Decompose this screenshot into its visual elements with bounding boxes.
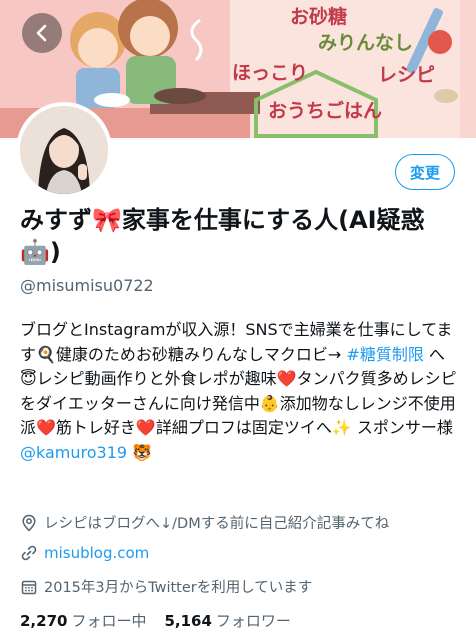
- location-row: レシピはブログへ↓/DMする前に自己紹介記事みてね: [20, 512, 389, 533]
- calendar-icon: [21, 580, 37, 594]
- mention-link[interactable]: @kamuro319: [20, 443, 127, 462]
- profile-bio: ブログとInstagramが収入源！SNSで主婦業を仕事にしてます🍳健康のためお…: [20, 318, 460, 465]
- link-icon: [21, 545, 37, 561]
- follow-stats: 2,270 フォロー中 5,164 フォロワー: [20, 610, 309, 631]
- location-text: レシピはブログへ↓/DMする前に自己紹介記事みてね: [44, 516, 390, 532]
- display-name: みすず🎀家事を仕事にする人(AI疑惑🤖): [20, 206, 425, 266]
- banner-text-home-cooking: おうちごはん: [268, 100, 383, 122]
- location-pin-icon: [22, 514, 36, 532]
- website-link[interactable]: misublog.com: [44, 544, 149, 562]
- followers-count[interactable]: 5,164: [164, 612, 211, 630]
- hashtag-link[interactable]: #糖質制限: [346, 345, 423, 364]
- username-handle: @misumisu0722: [20, 276, 154, 295]
- joined-date: 2015年3月からTwitterを利用しています: [44, 580, 313, 596]
- joined-row: 2015年3月からTwitterを利用しています: [20, 576, 312, 597]
- following-count[interactable]: 2,270: [20, 612, 67, 630]
- following-label[interactable]: フォロー中: [71, 610, 146, 631]
- banner-text-sugar: お砂糖: [290, 6, 348, 28]
- avatar-photo: [20, 106, 108, 194]
- banner-text-no-mirin: みりんなし: [318, 32, 414, 54]
- banner-text-recipe: レシピ: [378, 64, 436, 86]
- followers-label[interactable]: フォロワー: [216, 610, 291, 631]
- website-row[interactable]: misublog.com: [20, 544, 149, 562]
- back-button[interactable]: [22, 13, 62, 53]
- chevron-left-icon: [36, 24, 47, 42]
- edit-profile-button[interactable]: 変更: [395, 154, 455, 190]
- avatar[interactable]: [16, 102, 112, 198]
- banner-text-hokkori: ほっこり: [232, 62, 309, 84]
- bio-text-3: 🐯: [127, 442, 153, 462]
